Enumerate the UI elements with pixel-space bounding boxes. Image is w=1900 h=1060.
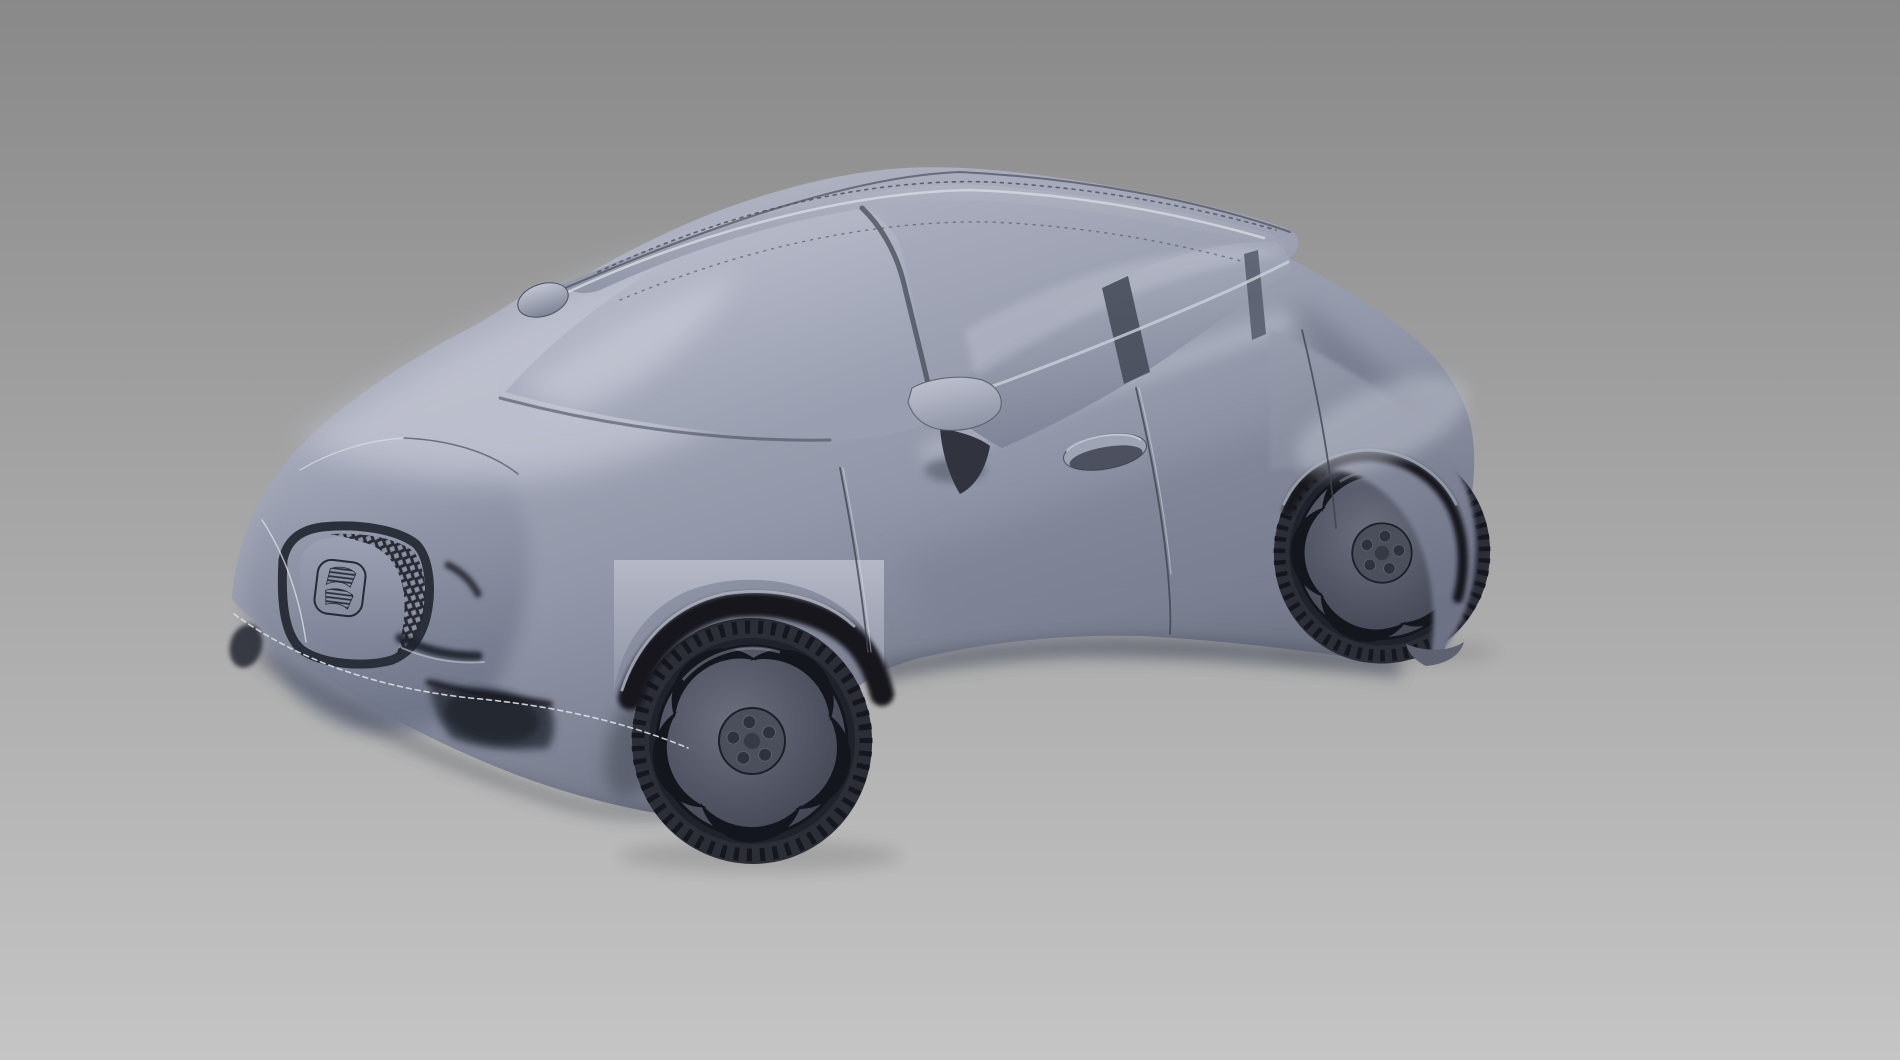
viewport-3d[interactable]: Silver-gray concept hatchback car render… xyxy=(0,0,1900,1060)
render-stage: Silver-gray concept hatchback car render… xyxy=(0,0,1900,1060)
side-mirror xyxy=(908,377,1001,430)
